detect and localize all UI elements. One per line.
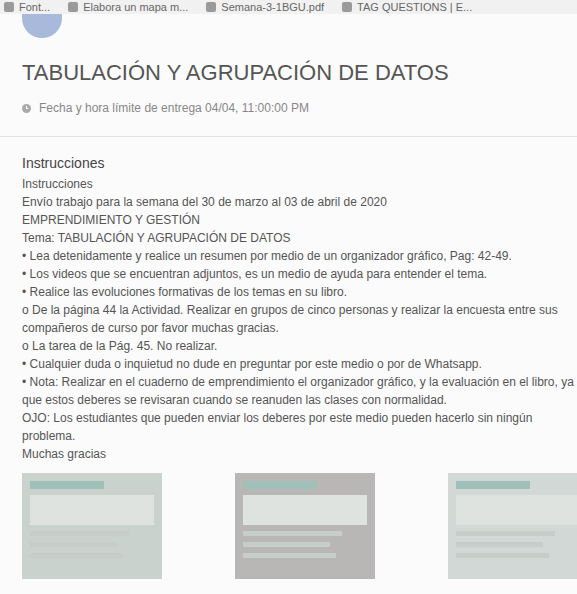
instruction-line: • Los videos que se encuentran adjuntos,… xyxy=(22,265,575,283)
instruction-line: • Realice las evoluciones formativas de … xyxy=(22,283,575,301)
bookmark[interactable]: TAG QUESTIONS | E... xyxy=(342,0,472,14)
attachments xyxy=(0,473,577,579)
attachment-thumbnail[interactable] xyxy=(22,473,162,579)
bookmarks-bar: Font... Elabora un mapa m... Semana-3-1BGU… xyxy=(0,0,577,14)
divider xyxy=(0,136,577,137)
instruction-line: OJO: Los estudiantes que pueden enviar l… xyxy=(22,409,575,445)
bookmark[interactable]: Font... xyxy=(4,0,50,14)
instruction-line: Muchas gracias xyxy=(22,445,575,463)
bookmark[interactable]: Elabora un mapa m... xyxy=(68,0,188,14)
page-icon xyxy=(206,2,216,12)
instruction-line: Instrucciones xyxy=(22,175,575,193)
attachment-thumbnail[interactable] xyxy=(448,473,577,579)
page-icon xyxy=(342,2,352,12)
instruction-line: EMPRENDIMIENTO Y GESTIÓN xyxy=(22,211,575,229)
instruction-line: • Lea detenidamente y realice un resumen… xyxy=(22,247,575,265)
instruction-line: Envío trabajo para la semana del 30 de m… xyxy=(22,193,575,211)
instructions-heading: Instrucciones xyxy=(22,154,575,172)
assignment-avatar-icon xyxy=(22,14,62,38)
page-icon xyxy=(68,2,78,12)
page: Font... Elabora un mapa m... Semana-3-1BGU… xyxy=(0,0,577,594)
page-icon xyxy=(4,2,14,12)
clock-icon xyxy=(22,104,31,113)
instruction-line: Tema: TABULACIÓN Y AGRUPACIÓN DE DATOS xyxy=(22,229,575,247)
instruction-line: • Nota: Realizar en el cuaderno de empre… xyxy=(22,373,575,409)
instruction-line: • Cualquier duda o inquietud no dude en … xyxy=(22,355,575,373)
instruction-line: o La tarea de la Pág. 45. No realizar. xyxy=(22,337,575,355)
instruction-line: o De la página 44 la Actividad. Realizar… xyxy=(22,301,575,337)
instructions-body: InstruccionesEnvío trabajo para la seman… xyxy=(22,175,575,463)
bookmark[interactable]: Semana-3-1BGU.pdf xyxy=(206,0,324,14)
assignment-title: TABULACIÓN Y AGRUPACIÓN DE DATOS xyxy=(22,60,555,86)
due-date: Fecha y hora límite de entrega 04/04, 11… xyxy=(22,100,555,116)
attachment-thumbnail[interactable] xyxy=(235,473,375,579)
